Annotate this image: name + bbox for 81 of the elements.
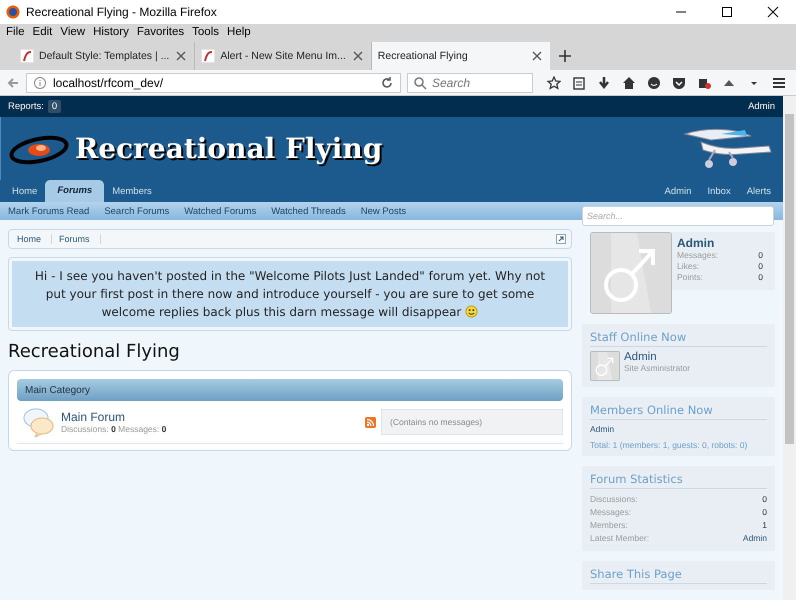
address-field[interactable]: localhost/rfcom_dev/ bbox=[26, 72, 401, 92]
avatar-icon bbox=[590, 232, 672, 314]
stat-label: Latest Member: bbox=[590, 532, 650, 545]
menu-item[interactable]: Tools bbox=[189, 24, 224, 40]
clipboard-icon[interactable] bbox=[572, 76, 586, 90]
search-field[interactable]: Search bbox=[407, 72, 533, 92]
stat-label: Members: bbox=[590, 519, 628, 532]
stat-label: Messages: bbox=[677, 250, 718, 261]
avatar-icon bbox=[590, 351, 620, 381]
bookmark-star-icon[interactable] bbox=[547, 76, 561, 90]
stat-value: 0 bbox=[758, 272, 763, 283]
subnav-link[interactable]: New Posts bbox=[360, 206, 406, 216]
stat-label: Likes: bbox=[677, 261, 700, 272]
member-link[interactable]: Admin bbox=[742, 532, 767, 545]
window-title: Recreational Flying - Mozilla Firefox bbox=[26, 5, 218, 19]
menu-item[interactable]: Edit bbox=[30, 24, 58, 40]
section-title: Forum Statistics bbox=[590, 472, 767, 489]
subnav-link[interactable]: Watched Threads bbox=[271, 206, 346, 216]
subnav-link[interactable]: Watched Forums bbox=[184, 206, 256, 216]
close-tab-icon[interactable] bbox=[530, 49, 544, 63]
site-favicon bbox=[201, 49, 216, 63]
section-title: Staff Online Now bbox=[590, 330, 767, 347]
smiley-icon[interactable] bbox=[647, 76, 661, 90]
section-title: Share This Page bbox=[590, 567, 767, 584]
stat-value: 0 bbox=[758, 250, 763, 261]
nav-link[interactable]: Alerts bbox=[738, 182, 779, 202]
member-link[interactable]: Admin bbox=[624, 351, 690, 363]
rss-icon[interactable] bbox=[365, 416, 376, 428]
notice-message: Hi - I see you haven't posted in the "Welcome Pilots Just Landed" forum yet. Why not put your first post in there now and introduce yourself - you are sure to get some welcome replies back plus this darn message will disappear bbox=[12, 261, 568, 327]
subnav-link[interactable]: Mark Forums Read bbox=[8, 206, 90, 216]
stat-label: Messages: bbox=[590, 506, 632, 519]
speech-bubbles-icon bbox=[23, 407, 55, 437]
member-link[interactable]: Admin bbox=[590, 424, 614, 434]
menu-icon[interactable] bbox=[772, 76, 786, 90]
nav-link[interactable]: Inbox bbox=[699, 182, 739, 202]
back-icon[interactable] bbox=[6, 76, 20, 90]
reports-count: 0 bbox=[48, 100, 62, 113]
stat-label: Points: bbox=[677, 272, 703, 283]
breadcrumb-link[interactable]: Forums bbox=[56, 234, 101, 244]
section-title: Members Online Now bbox=[590, 403, 767, 420]
menu-item[interactable]: View bbox=[57, 24, 90, 40]
site-favicon bbox=[20, 49, 34, 63]
close-tab-icon[interactable] bbox=[350, 49, 365, 63]
stat-value: 1 bbox=[762, 519, 767, 532]
menu-item[interactable]: File bbox=[3, 24, 30, 40]
stat-value: 0 bbox=[762, 493, 767, 506]
close-tab-icon[interactable] bbox=[174, 49, 188, 63]
firefox-icon bbox=[6, 5, 20, 19]
new-tab-icon[interactable] bbox=[558, 49, 572, 63]
forum-title-link[interactable]: Main Forum bbox=[61, 410, 365, 424]
menu-item[interactable]: Help bbox=[224, 24, 256, 40]
subnav-link[interactable]: Search Forums bbox=[104, 206, 170, 216]
download-icon[interactable] bbox=[597, 76, 611, 90]
breadcrumb-link[interactable]: Home bbox=[14, 234, 52, 244]
info-icon bbox=[33, 76, 47, 90]
nav-tab[interactable]: Home bbox=[4, 182, 46, 202]
nav-tab[interactable]: Members bbox=[104, 182, 160, 202]
browser-tab[interactable]: Recreational Flying bbox=[372, 42, 550, 70]
page-title: Recreational Flying bbox=[8, 341, 181, 362]
account-link[interactable]: Admin bbox=[748, 101, 775, 112]
menu-item[interactable]: Favorites bbox=[134, 24, 190, 40]
home-icon[interactable] bbox=[622, 76, 636, 90]
reload-icon[interactable] bbox=[380, 76, 394, 90]
pocket-icon[interactable] bbox=[672, 76, 686, 90]
member-role: Site Asministrator bbox=[624, 363, 690, 373]
scrollbar-thumb[interactable] bbox=[785, 114, 794, 444]
menu-item[interactable]: History bbox=[90, 24, 134, 40]
nav-tab[interactable]: Forums bbox=[45, 180, 104, 202]
category-header[interactable]: Main Category bbox=[17, 379, 563, 401]
reports-link[interactable]: Reports: 0 bbox=[8, 101, 62, 112]
username-link[interactable]: Admin bbox=[677, 236, 763, 250]
stat-value: 0 bbox=[758, 261, 763, 272]
stat-value: 0 bbox=[762, 506, 767, 519]
jump-icon[interactable] bbox=[556, 234, 566, 244]
forum-stats: Discussions: 0 Messages: 0 bbox=[61, 424, 168, 434]
search-icon bbox=[413, 76, 427, 90]
last-post-box: (Contains no messages) bbox=[381, 409, 563, 435]
smiley-icon bbox=[465, 305, 478, 318]
online-total: Total: 1 (members: 1, guests: 0, robots: 0) bbox=[590, 440, 748, 450]
stat-label: Discussions: bbox=[590, 493, 638, 506]
nav-link[interactable]: Admin bbox=[656, 182, 700, 202]
